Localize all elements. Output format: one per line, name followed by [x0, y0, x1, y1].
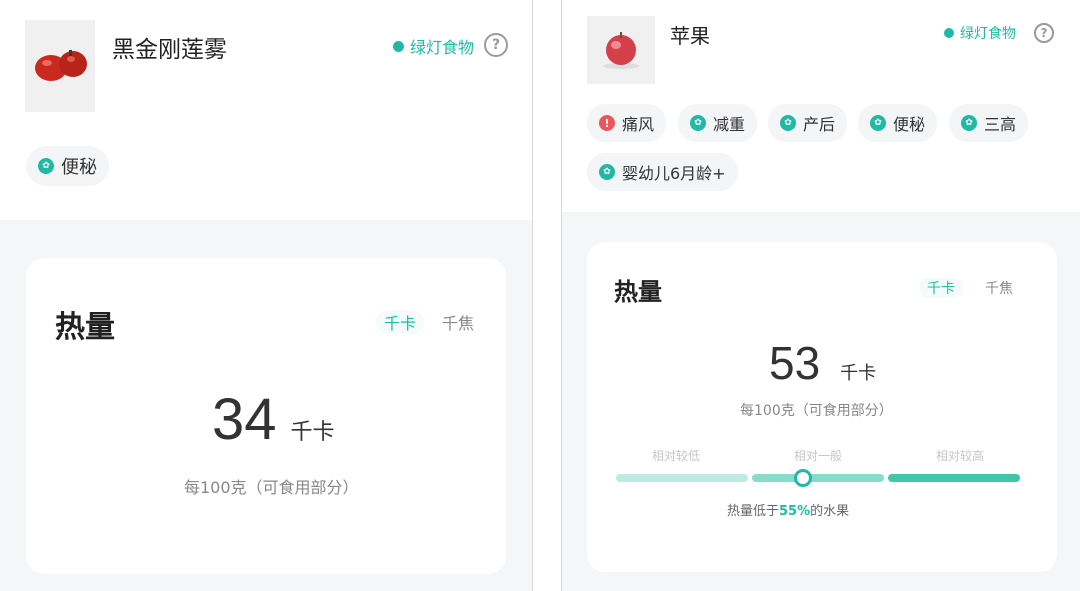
tag-label: 便秘	[61, 157, 97, 178]
energy-unit: 千卡	[840, 363, 877, 384]
food-detail-panel-left: 黑金刚莲雾 绿灯食物 ? ✿ 便秘 热量 千卡 千焦 34 千卡 每100克（可…	[0, 0, 533, 591]
scale-segment-high	[888, 474, 1020, 482]
unit-switch: 千卡 千焦	[376, 310, 474, 334]
tag-label: 痛风	[622, 115, 655, 134]
food-image	[587, 16, 655, 84]
tag-chip-constipation[interactable]: ✿ 便秘	[858, 104, 938, 142]
tag-label: 便秘	[893, 115, 926, 134]
tag-chip-gout[interactable]: ! 痛风	[587, 104, 667, 142]
green-dot-icon	[944, 28, 954, 38]
energy-value: 53 千卡	[769, 336, 876, 390]
food-detail-panel-right: 苹果 绿灯食物 ? ! 痛风 ✿ 减重 ✿ 产后 ✿ 便秘 ✿ 三高 ✿ 婴幼儿…	[561, 0, 1080, 591]
good-tag-icon: ✿	[780, 115, 796, 131]
tag-label: 减重	[713, 115, 746, 134]
good-tag-icon: ✿	[690, 115, 706, 131]
per-serving-note: 每100克（可食用部分）	[740, 403, 893, 419]
green-light-badge[interactable]: 绿灯食物	[944, 23, 1016, 43]
tag-chip-constipation[interactable]: ✿ 便秘	[26, 146, 109, 186]
food-header: 黑金刚莲雾 绿灯食物 ? ✿ 便秘	[0, 0, 532, 220]
scale-labels: 相对较低 相对一般 相对较高	[614, 447, 1022, 464]
note-suffix: 的水果	[810, 504, 850, 519]
food-header: 苹果 绿灯食物 ? ! 痛风 ✿ 减重 ✿ 产后 ✿ 便秘 ✿ 三高 ✿ 婴幼儿…	[562, 0, 1080, 212]
tag-chip-infant[interactable]: ✿ 婴幼儿6月龄+	[587, 153, 738, 191]
energy-number: 34	[212, 387, 277, 452]
scale-label-mid: 相对一般	[793, 449, 842, 463]
note-percent: 55%	[779, 504, 811, 519]
good-tag-icon: ✿	[961, 115, 977, 131]
scale-track	[614, 469, 1022, 487]
energy-level-scale: 相对较低 相对一般 相对较高	[614, 447, 1022, 487]
green-light-label: 绿灯食物	[960, 26, 1016, 42]
energy-title: 热量	[55, 310, 115, 345]
scale-label-low: 相对较低	[652, 449, 701, 463]
energy-card: 热量 千卡 千焦 34 千卡 每100克（可食用部分）	[26, 258, 506, 574]
good-tag-icon: ✿	[870, 115, 886, 131]
per-serving-note: 每100克（可食用部分）	[184, 478, 359, 497]
energy-title: 热量	[614, 278, 662, 306]
scale-segment-low	[616, 474, 748, 482]
good-tag-icon: ✿	[599, 164, 615, 180]
scale-segment-mid	[752, 474, 884, 482]
help-icon[interactable]: ?	[1034, 23, 1054, 43]
tag-label: 婴幼儿6月龄+	[622, 164, 726, 183]
energy-card: 热量 千卡 千焦 53 千卡 每100克（可食用部分） 相对较低 相对一般 相对…	[587, 242, 1057, 572]
good-tag-icon: ✿	[38, 158, 54, 174]
energy-value: 34 千卡	[212, 386, 335, 453]
tab-kcal[interactable]: 千卡	[919, 278, 963, 298]
energy-number: 53	[769, 337, 821, 389]
tab-kj[interactable]: 千焦	[442, 310, 474, 334]
percentile-note: 热量低于55%的水果	[727, 500, 849, 519]
green-light-badge[interactable]: 绿灯食物	[393, 34, 474, 58]
green-light-label: 绿灯食物	[410, 38, 475, 57]
green-dot-icon	[393, 40, 404, 52]
tag-chip-three-highs[interactable]: ✿ 三高	[949, 104, 1029, 142]
tag-label: 三高	[984, 115, 1017, 134]
note-prefix: 热量低于	[727, 504, 780, 519]
food-name: 苹果	[670, 24, 710, 48]
tab-kcal[interactable]: 千卡	[376, 310, 425, 334]
tag-label: 产后	[803, 115, 836, 134]
help-icon[interactable]: ?	[484, 33, 508, 57]
tag-chip-postpartum[interactable]: ✿ 产后	[768, 104, 848, 142]
tab-kj[interactable]: 千焦	[985, 278, 1013, 298]
scale-label-high: 相对较高	[935, 449, 984, 463]
food-name: 黑金刚莲雾	[112, 37, 227, 63]
scale-marker	[794, 469, 813, 487]
tag-chip-weight-loss[interactable]: ✿ 减重	[678, 104, 758, 142]
panel-divider	[533, 0, 561, 591]
energy-unit: 千卡	[290, 420, 335, 445]
unit-switch: 千卡 千焦	[919, 278, 1013, 298]
food-image	[25, 20, 95, 112]
warning-icon: !	[599, 115, 615, 131]
